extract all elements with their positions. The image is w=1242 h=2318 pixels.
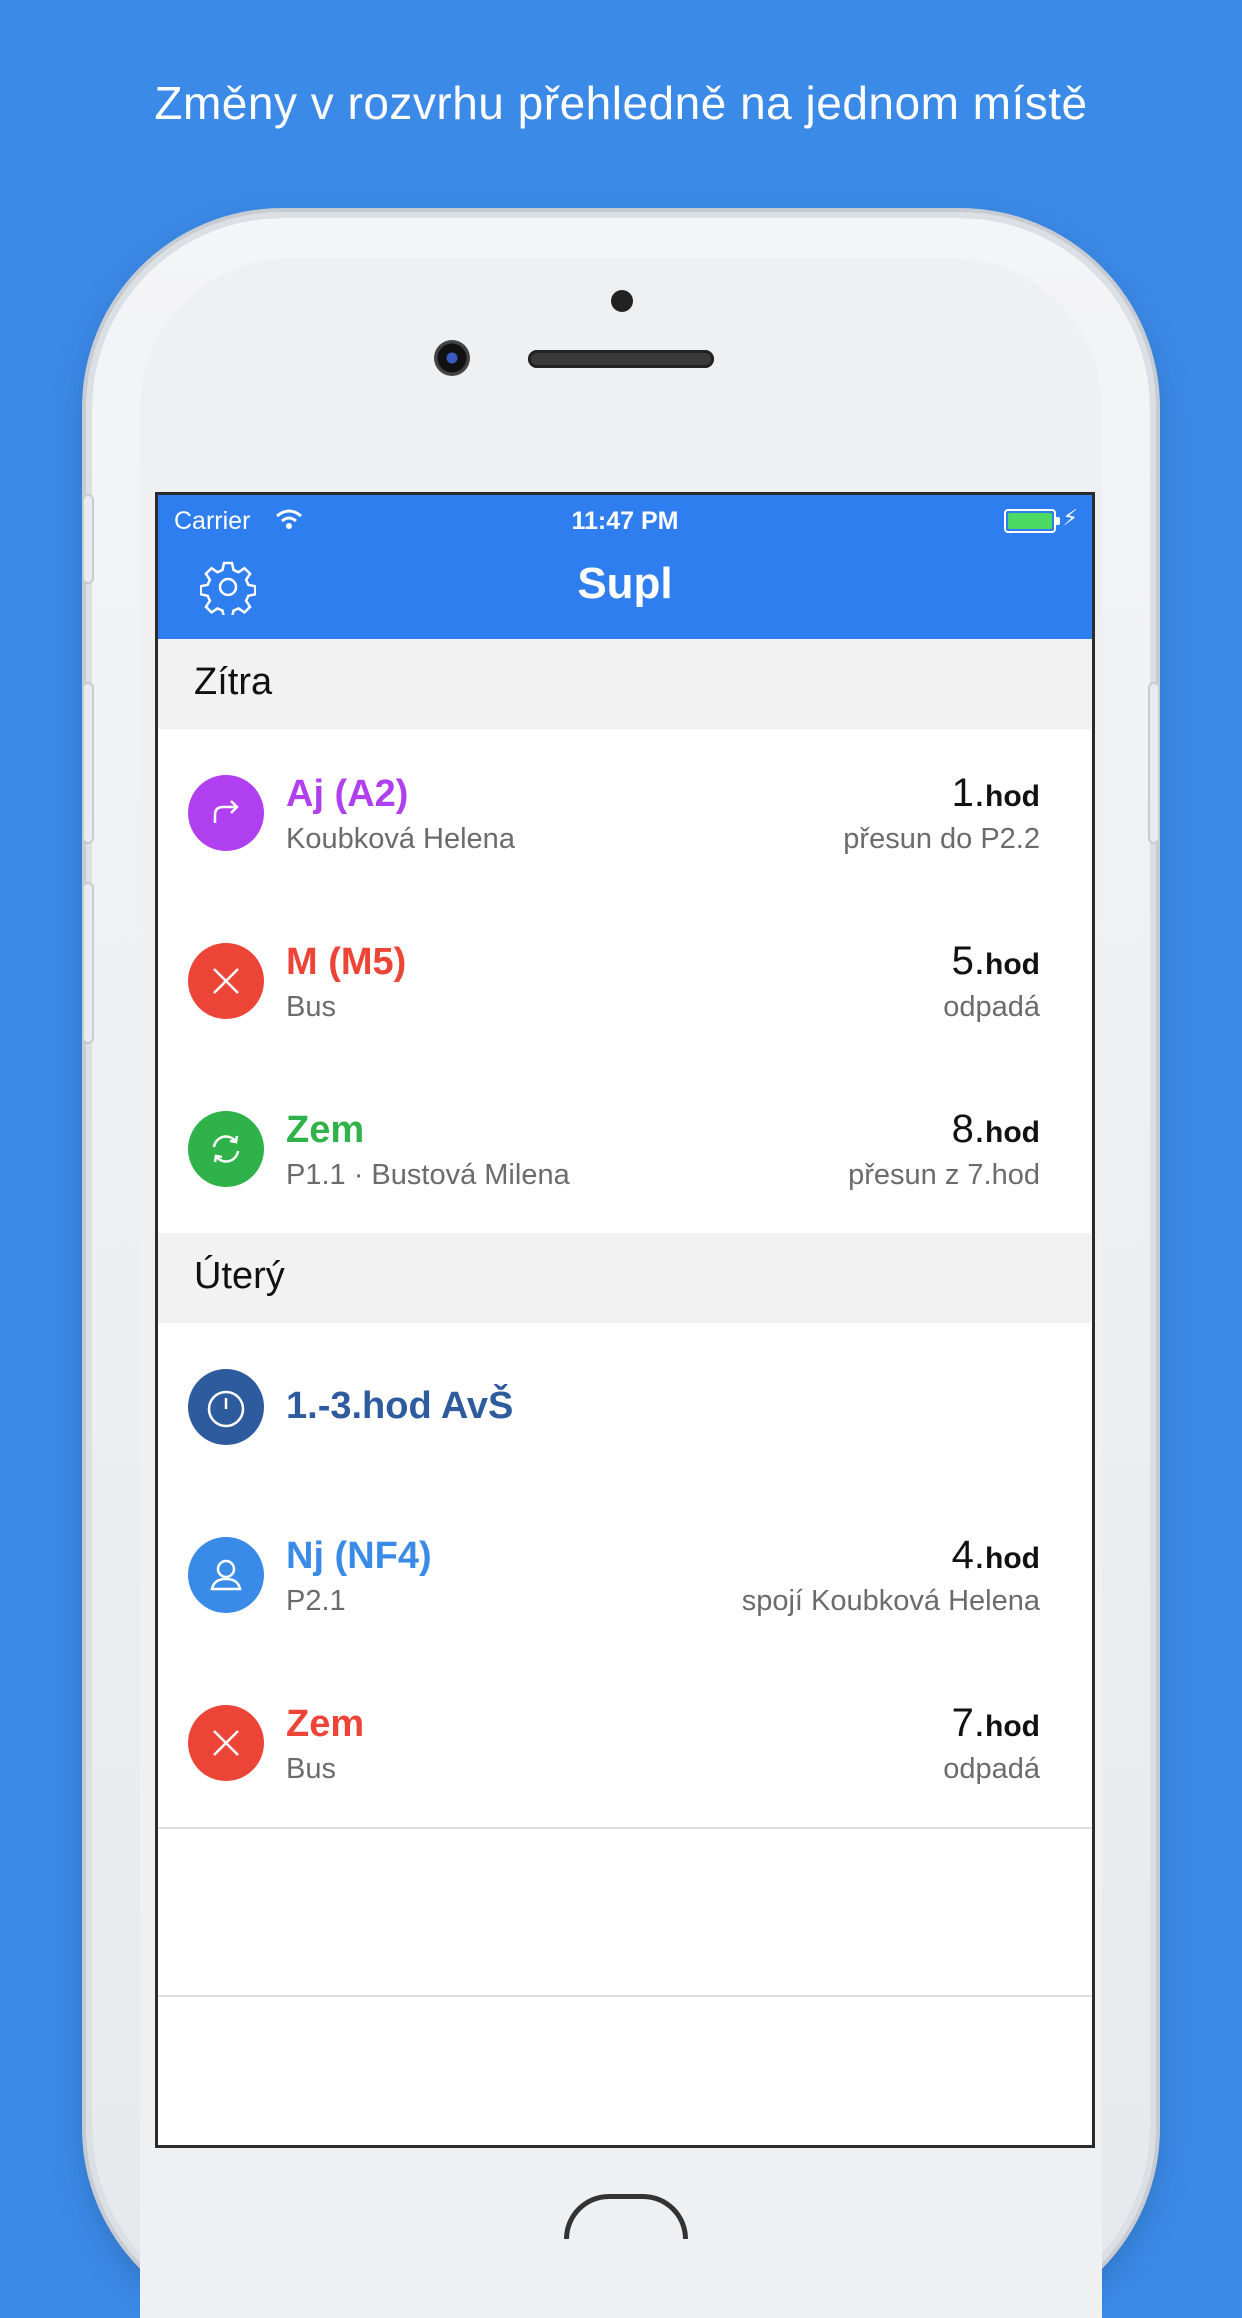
charging-bolt-icon: ⚡ — [1062, 505, 1078, 530]
change-note: přesun z 7.hod — [848, 1159, 1040, 1191]
list-item[interactable]: M (M5) Bus 5.hod odpadá — [158, 897, 1092, 1067]
proximity-sensor — [611, 290, 633, 312]
cross-icon — [188, 1705, 264, 1781]
front-camera-icon — [434, 340, 470, 376]
subject-subtitle: Koubková Helena — [286, 823, 515, 855]
person-icon — [188, 1537, 264, 1613]
empty-row — [158, 1827, 1092, 1997]
section-label: Úterý — [194, 1255, 285, 1297]
section-label: Zítra — [194, 661, 273, 703]
list-item[interactable]: Nj (NF4) P2.1 4.hod spojí Koubková Helen… — [158, 1491, 1092, 1661]
subject-title: M (M5) — [286, 941, 407, 983]
timer-icon — [188, 1369, 264, 1445]
nav-title: Supl — [577, 559, 673, 608]
change-note: odpadá — [943, 991, 1040, 1023]
volume-up-button — [84, 684, 92, 842]
headline: Změny v rozvrhu přehledně na jednom míst… — [154, 77, 1088, 129]
status-time: 11:47 PM — [571, 507, 679, 535]
app-screen: Carrier 11:47 PM ⚡ Supl Zítra Aj (A2) Ko… — [155, 492, 1095, 2148]
lesson-hour: 7.hod — [951, 1701, 1040, 1745]
section-header-tomorrow: Zítra — [158, 639, 1092, 729]
list-item[interactable]: Aj (A2) Koubková Helena 1.hod přesun do … — [158, 729, 1092, 899]
list-item[interactable]: 1.-3.hod AvŠ — [158, 1323, 1092, 1493]
navigation-bar: Carrier 11:47 PM ⚡ Supl — [158, 495, 1092, 639]
lesson-hour: 8.hod — [951, 1107, 1040, 1151]
change-note: odpadá — [943, 1753, 1040, 1785]
list-item[interactable]: Zem P1.1 · Bustová Milena 8.hod přesun z… — [158, 1065, 1092, 1233]
cross-icon — [188, 943, 264, 1019]
change-note: přesun do P2.2 — [843, 823, 1040, 855]
lesson-hour: 4.hod — [951, 1533, 1040, 1577]
power-button — [1150, 684, 1158, 842]
subject-title: Zem — [286, 1703, 365, 1745]
earpiece-speaker — [528, 350, 714, 368]
subject-title: Nj (NF4) — [286, 1535, 432, 1577]
refresh-icon — [188, 1111, 264, 1187]
list-item[interactable]: Zem Bus 7.hod odpadá — [158, 1659, 1092, 1829]
subject-title: Aj (A2) — [286, 773, 409, 815]
volume-down-button — [84, 884, 92, 1042]
subject-subtitle: P2.1 — [286, 1585, 346, 1617]
mute-switch — [84, 496, 92, 582]
subject-title: Zem — [286, 1109, 365, 1151]
lesson-hour: 5.hod — [951, 939, 1040, 983]
subject-subtitle: Bus — [286, 991, 336, 1023]
lesson-hour: 1.hod — [951, 771, 1040, 815]
change-note: spojí Koubková Helena — [741, 1585, 1040, 1617]
section-header-tuesday: Úterý — [158, 1233, 1092, 1323]
subject-title: 1.-3.hod AvŠ — [286, 1385, 514, 1427]
subject-subtitle: P1.1 · Bustová Milena — [286, 1159, 570, 1191]
subject-subtitle: Bus — [286, 1753, 336, 1785]
forward-arrow-icon — [188, 775, 264, 851]
battery-icon — [1004, 509, 1060, 533]
